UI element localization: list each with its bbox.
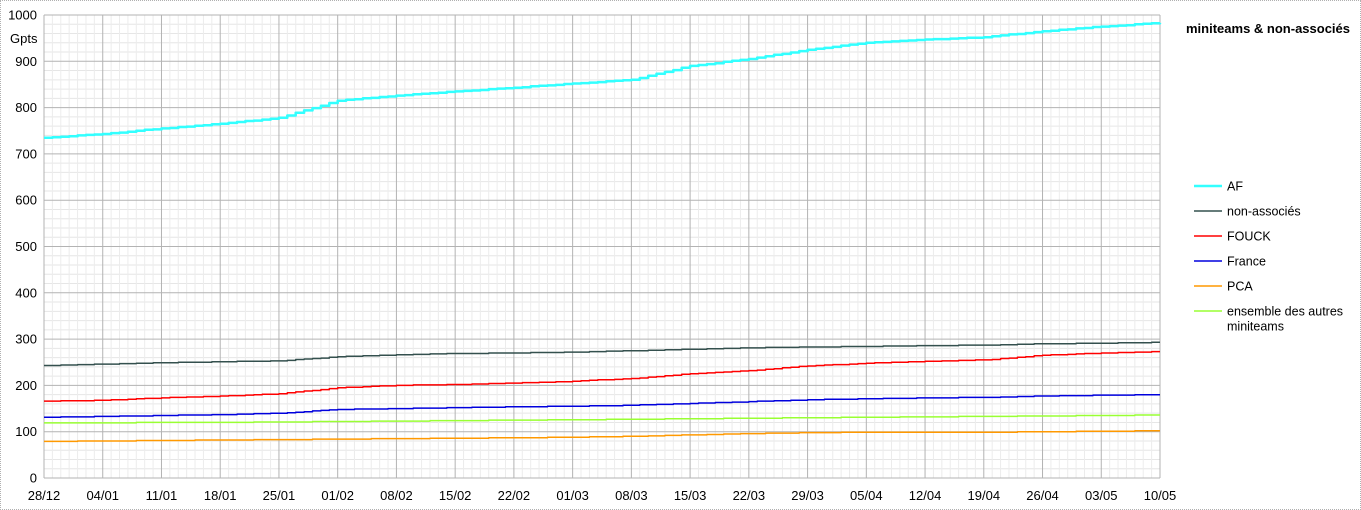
legend-item: FOUCK bbox=[1194, 230, 1271, 244]
x-tick-label: 12/04 bbox=[909, 488, 942, 503]
x-tick-label: 15/02 bbox=[439, 488, 472, 503]
legend: AF non-associés FOUCK France PCA ensemble des… bbox=[1194, 180, 1343, 334]
x-tick-label: 25/01 bbox=[263, 488, 296, 503]
x-tick-label: 29/03 bbox=[791, 488, 824, 503]
legend-item: France bbox=[1194, 255, 1266, 269]
x-tick-label: 11/01 bbox=[146, 488, 178, 503]
x-tick-label: 04/01 bbox=[86, 488, 119, 503]
y-tick-label: 200 bbox=[15, 378, 37, 393]
legend-label: ensemble des autres bbox=[1227, 305, 1343, 319]
line-chart: 0 100 200 300 400 500 600 700 800 900 1000 28/12 04… bbox=[8, 8, 1350, 504]
legend-item: non-associés bbox=[1194, 205, 1301, 219]
y-tick-label: 900 bbox=[15, 54, 37, 69]
x-tick-label: 18/01 bbox=[204, 488, 237, 503]
legend-item: ensemble des autresminiteams bbox=[1194, 305, 1343, 334]
legend-label: FOUCK bbox=[1227, 230, 1271, 244]
y-axis-label: Gpts bbox=[10, 31, 38, 46]
y-tick-label: 300 bbox=[15, 332, 37, 347]
x-tick-label: 05/04 bbox=[850, 488, 883, 503]
y-tick-label: 500 bbox=[15, 239, 37, 254]
x-tick-label: 28/12 bbox=[28, 488, 61, 503]
y-axis-tick-labels: 0 100 200 300 400 500 600 700 800 900 1000 bbox=[8, 8, 37, 486]
y-tick-label: 100 bbox=[15, 424, 37, 439]
legend-label: miniteams bbox=[1227, 320, 1284, 334]
x-tick-label: 22/02 bbox=[498, 488, 531, 503]
legend-label: PCA bbox=[1227, 280, 1253, 294]
y-tick-label: 700 bbox=[15, 146, 37, 161]
x-tick-label: 10/05 bbox=[1144, 488, 1177, 503]
x-tick-label: 08/03 bbox=[615, 488, 648, 503]
y-tick-label: 1000 bbox=[8, 8, 37, 23]
x-axis-tick-labels: 28/12 04/01 11/01 18/01 25/01 01/02 08/02 15/02… bbox=[28, 488, 1177, 503]
legend-item: AF bbox=[1194, 180, 1243, 194]
y-tick-label: 800 bbox=[15, 100, 37, 115]
x-tick-label: 19/04 bbox=[968, 488, 1001, 503]
x-tick-label: 15/03 bbox=[674, 488, 707, 503]
y-tick-label: 600 bbox=[15, 193, 37, 208]
x-tick-label: 22/03 bbox=[733, 488, 766, 503]
y-tick-label: 0 bbox=[30, 471, 37, 486]
x-tick-label: 01/02 bbox=[321, 488, 354, 503]
legend-label: France bbox=[1227, 255, 1266, 269]
legend-label: non-associés bbox=[1227, 205, 1301, 219]
x-tick-label: 08/02 bbox=[380, 488, 413, 503]
chart-title: miniteams & non-associés bbox=[1186, 21, 1350, 36]
x-tick-label: 01/03 bbox=[556, 488, 589, 503]
legend-item: PCA bbox=[1194, 280, 1253, 294]
x-tick-label: 03/05 bbox=[1085, 488, 1118, 503]
legend-label: AF bbox=[1227, 180, 1243, 194]
y-tick-label: 400 bbox=[15, 285, 37, 300]
x-tick-label: 26/04 bbox=[1026, 488, 1059, 503]
